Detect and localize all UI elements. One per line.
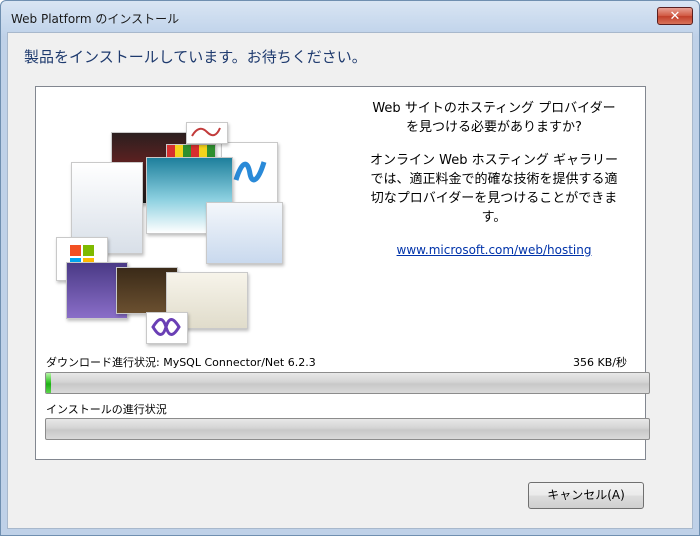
- download-progress-fill: [46, 373, 51, 393]
- page-title: 製品をインストールしています。お待ちください。: [24, 48, 367, 66]
- installer-window: Web Platform のインストール ✕ 製品をインストールしています。お待…: [0, 0, 700, 536]
- download-speed: 356 KB/秒: [573, 356, 627, 369]
- content-panel: Web サイトのホスティング プロバイダーを見つける必要がありますか? オンライ…: [35, 86, 650, 460]
- hosting-promo: Web サイトのホスティング プロバイダーを見つける必要がありますか? オンライ…: [369, 99, 619, 260]
- web-apps-collage-image: [56, 122, 286, 344]
- download-progress-bar: [45, 372, 650, 394]
- close-icon: ✕: [669, 9, 681, 24]
- drupal-sketch-icon: [191, 127, 221, 137]
- cancel-button[interactable]: キャンセル(A): [528, 482, 644, 509]
- dialog-body: 製品をインストールしています。お待ちください。 Web サイトのホスティング プ…: [7, 32, 693, 529]
- title-bar[interactable]: Web Platform のインストール ✕: [1, 1, 699, 34]
- promo-question: Web サイトのホスティング プロバイダーを見つける必要がありますか?: [372, 101, 616, 135]
- hosting-link[interactable]: www.microsoft.com/web/hosting: [397, 241, 592, 260]
- close-button[interactable]: ✕: [657, 7, 693, 25]
- download-progress-label: ダウンロード進行状況: MySQL Connector/Net 6.2.3: [46, 356, 316, 369]
- window-title: Web Platform のインストール: [11, 12, 180, 26]
- dotnet-logo-icon: [233, 161, 267, 183]
- install-progress-bar: [45, 418, 650, 440]
- promo-description: オンライン Web ホスティング ギャラリーでは、適正料金で的確な技術を提供する…: [370, 153, 618, 225]
- visual-studio-logo-icon: [151, 318, 181, 336]
- install-progress-label: インストールの進行状況: [46, 403, 167, 416]
